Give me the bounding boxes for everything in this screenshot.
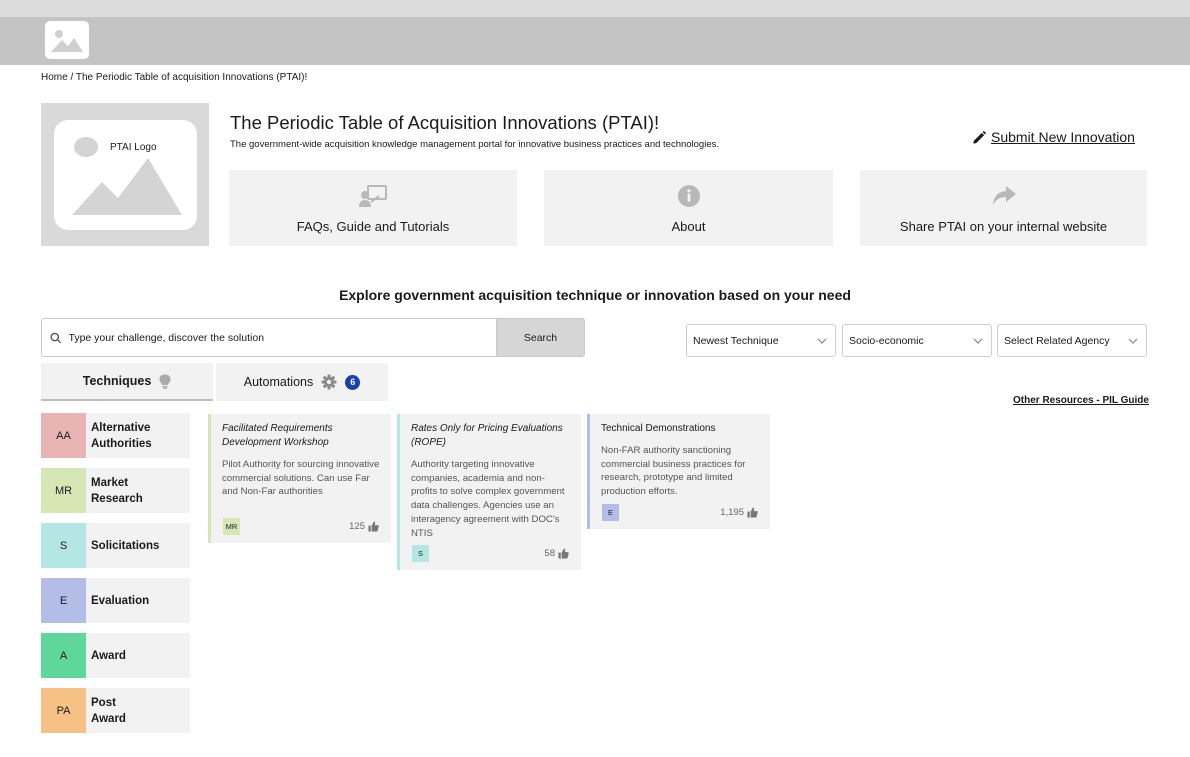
socio-economic-dropdown[interactable]: Socio-economic xyxy=(842,324,992,357)
submit-new-innovation-link[interactable]: Submit New Innovation xyxy=(972,129,1135,145)
ptai-logo-label: PTAI Logo xyxy=(110,142,157,153)
technique-footer: MR 125 xyxy=(223,518,379,535)
page-subtitle: The government-wide acquisition knowledg… xyxy=(230,139,720,150)
breadcrumb-separator: / xyxy=(67,72,76,83)
category-evaluation[interactable]: E Evaluation xyxy=(41,578,190,623)
browser-top-strip xyxy=(0,0,1190,17)
category-solicitations[interactable]: S Solicitations xyxy=(41,523,190,568)
like-count: 58 xyxy=(544,548,555,559)
category-market-research[interactable]: MR Market Research xyxy=(41,468,190,513)
technique-likes[interactable]: 58 xyxy=(544,548,569,559)
share-card-label: Share PTAI on your internal website xyxy=(899,219,1108,234)
technique-title: Rates Only for Pricing Evaluations (ROPE… xyxy=(411,423,563,448)
like-count: 125 xyxy=(349,521,365,532)
related-agency-dropdown[interactable]: Select Related Agency xyxy=(997,324,1147,357)
ptai-logo-frame: PTAI Logo xyxy=(54,120,197,230)
technique-category-tag: E xyxy=(602,504,619,521)
category-code: MR xyxy=(41,468,86,513)
thumbs-up-icon xyxy=(558,548,569,559)
faqs-card-label: FAQs, Guide and Tutorials xyxy=(296,219,450,234)
search-icon xyxy=(50,332,62,343)
gear-icon xyxy=(321,374,337,390)
category-code: AA xyxy=(41,413,86,458)
technique-title: Technical Demonstrations xyxy=(601,423,716,434)
search-button[interactable]: Search xyxy=(496,319,584,356)
technique-description: Non-FAR authority sanctioning commercial… xyxy=(601,445,746,498)
technique-card[interactable]: Technical Demonstrations Non-FAR authori… xyxy=(587,414,770,529)
automations-count-badge: 6 xyxy=(345,374,361,390)
technique-description: Authority targeting innovative companies… xyxy=(411,459,565,539)
share-icon xyxy=(991,183,1017,209)
site-header xyxy=(0,17,1190,65)
breadcrumb: Home / The Periodic Table of acquisition… xyxy=(41,72,307,83)
chevron-down-icon xyxy=(973,338,983,344)
faqs-guide-tutorials-card[interactable]: FAQs, Guide and Tutorials xyxy=(229,170,517,246)
category-code: PA xyxy=(41,688,86,733)
chevron-down-icon xyxy=(817,338,827,344)
like-count: 1,195 xyxy=(720,507,744,518)
category-name: Evaluation xyxy=(91,594,150,607)
category-name: Market Research xyxy=(91,476,143,505)
thumbs-up-icon xyxy=(747,507,758,518)
technique-footer: S 58 xyxy=(412,545,569,562)
technique-footer: E 1,195 xyxy=(602,504,758,521)
info-icon xyxy=(677,183,701,209)
tab-techniques-label: Techniques xyxy=(82,374,152,388)
technique-card[interactable]: Rates Only for Pricing Evaluations (ROPE… xyxy=(397,414,581,570)
technique-likes[interactable]: 125 xyxy=(349,521,379,532)
about-card-label: About xyxy=(671,219,706,234)
category-name: Alternative Authorities xyxy=(91,421,152,450)
thumbs-up-icon xyxy=(368,521,379,532)
tab-automations-label: Automations xyxy=(243,375,314,389)
category-name: Solicitations xyxy=(91,539,160,552)
technique-card[interactable]: Facilitated Requirements Development Wor… xyxy=(208,414,391,543)
category-code: E xyxy=(41,578,86,623)
technique-description: Pilot Authority for sourcing innovative … xyxy=(222,459,380,498)
category-award[interactable]: A Award xyxy=(41,633,190,678)
tab-techniques[interactable]: Techniques xyxy=(41,363,213,401)
category-alternative-authorities[interactable]: AA Alternative Authorities xyxy=(41,413,190,458)
site-logo-image-icon[interactable] xyxy=(45,21,89,59)
breadcrumb-current: The Periodic Table of acquisition Innova… xyxy=(75,72,308,83)
sort-technique-value: Newest Technique xyxy=(693,334,779,347)
chevron-down-icon xyxy=(1128,338,1138,344)
page-title: The Periodic Table of Acquisition Innova… xyxy=(230,112,660,133)
search-field xyxy=(42,319,496,356)
about-card[interactable]: About xyxy=(544,170,833,246)
sort-technique-dropdown[interactable]: Newest Technique xyxy=(686,324,836,357)
search-input[interactable] xyxy=(68,331,496,344)
socio-economic-value: Socio-economic xyxy=(849,334,924,347)
breadcrumb-home-link[interactable]: Home xyxy=(41,72,68,83)
technique-category-tag: S xyxy=(412,545,429,562)
category-name: Post Award xyxy=(91,696,126,725)
tab-automations[interactable]: Automations 6 xyxy=(216,363,388,401)
presentation-icon xyxy=(359,183,387,209)
technique-likes[interactable]: 1,195 xyxy=(720,507,758,518)
image-placeholder-icon xyxy=(72,137,182,215)
other-resources-link[interactable]: Other Resources - PIL Guide xyxy=(1013,395,1149,406)
category-post-award[interactable]: PA Post Award xyxy=(41,688,190,733)
lightbulb-icon xyxy=(159,374,171,389)
category-name: Award xyxy=(91,649,126,662)
category-code: S xyxy=(41,523,86,568)
category-code: A xyxy=(41,633,86,678)
technique-title: Facilitated Requirements Development Wor… xyxy=(222,423,333,448)
explore-heading: Explore government acquisition technique… xyxy=(339,287,851,303)
ptai-logo-placeholder: PTAI Logo xyxy=(41,103,209,246)
pencil-icon xyxy=(973,130,987,144)
submit-new-innovation-label: Submit New Innovation xyxy=(991,129,1135,145)
related-agency-value: Select Related Agency xyxy=(1004,334,1110,347)
share-ptai-card[interactable]: Share PTAI on your internal website xyxy=(860,170,1147,246)
search-bar: Search xyxy=(41,318,585,357)
technique-category-tag: MR xyxy=(223,518,240,535)
